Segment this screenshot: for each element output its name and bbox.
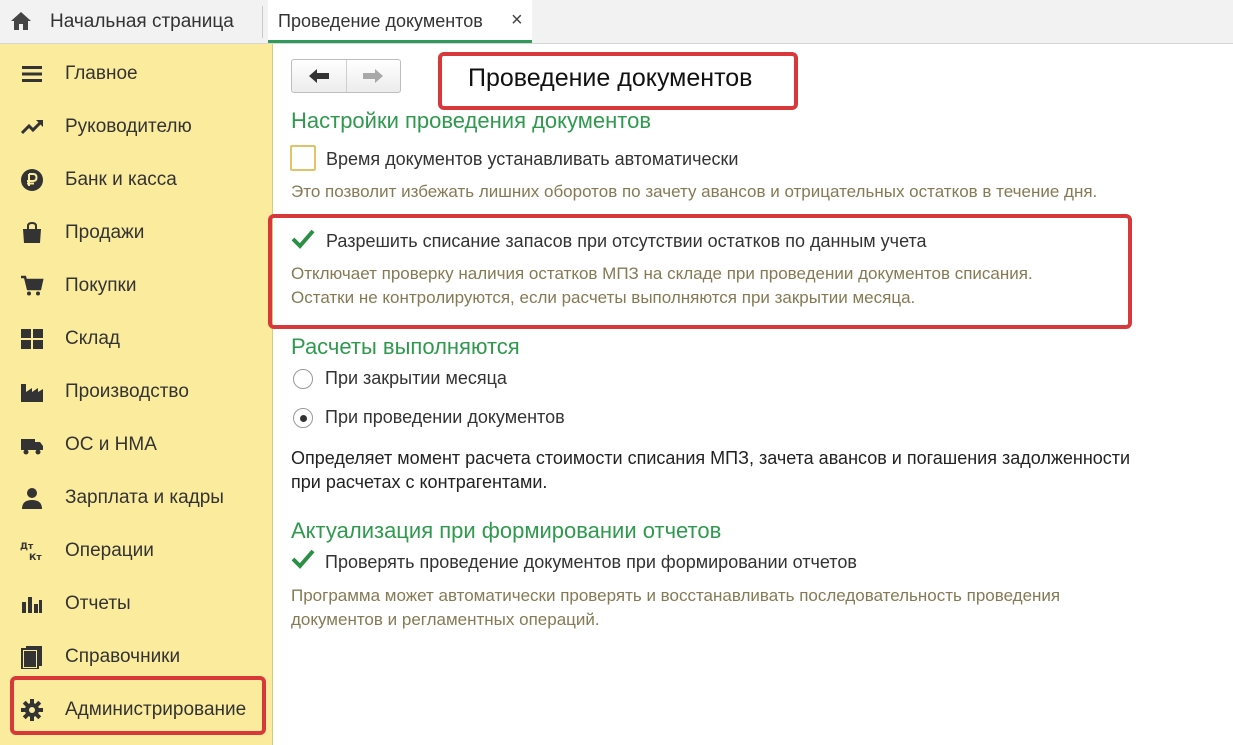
check-posting-checkbox[interactable] bbox=[291, 549, 315, 572]
tab-home[interactable]: Начальная страница bbox=[0, 0, 262, 43]
report-actualization-hint-line2: документов и регламентных операций. bbox=[291, 610, 600, 629]
radio-month-close-label: При закрытии месяца bbox=[325, 368, 507, 388]
radio-document-posting[interactable] bbox=[293, 408, 313, 428]
auto-time-checkbox[interactable] bbox=[290, 145, 316, 171]
dt-kt-icon: Дт Кт bbox=[20, 542, 42, 563]
home-icon bbox=[11, 12, 31, 30]
sidebar-item-label: Склад bbox=[65, 328, 120, 349]
cart-icon bbox=[21, 275, 44, 296]
sidebar-item-manager[interactable]: Руководителю bbox=[0, 100, 272, 153]
sidebar-item-administration[interactable]: Администрирование bbox=[0, 683, 272, 736]
report-actualization-hint-line1: Программа может автоматически проверять … bbox=[291, 586, 1061, 605]
calculations-description-line1: Определяет момент расчета стоимости спис… bbox=[291, 448, 1131, 468]
tab-document-posting[interactable]: Проведение документов × bbox=[268, 0, 532, 43]
check-posting-label: Проверять проведение документов при форм… bbox=[325, 552, 857, 572]
person-icon bbox=[22, 488, 42, 509]
bar-chart-icon bbox=[22, 597, 42, 613]
dt-label: Дт bbox=[20, 542, 34, 552]
sidebar-item-label: Покупки bbox=[65, 275, 137, 296]
radio-month-close[interactable] bbox=[293, 369, 313, 389]
sidebar-item-sales[interactable]: Продажи bbox=[0, 206, 272, 259]
sidebar-item-label: Продажи bbox=[65, 222, 145, 243]
radio-document-posting-label: При проведении документов bbox=[325, 407, 565, 427]
allow-writeoff-hint-line1: Отключает проверку наличия остатков МПЗ … bbox=[291, 264, 1033, 283]
books-icon bbox=[21, 646, 42, 669]
history-buttons bbox=[291, 59, 401, 93]
sidebar-item-label: Главное bbox=[65, 63, 138, 84]
sidebar-item-label: ОС и НМА bbox=[65, 434, 157, 455]
forward-button[interactable] bbox=[345, 60, 401, 92]
sidebar-item-operations[interactable]: Дт Кт Операции bbox=[0, 524, 272, 577]
sidebar-item-label: Зарплата и кадры bbox=[65, 487, 224, 508]
auto-time-hint: Это позволит избежать лишних оборотов по… bbox=[291, 182, 1098, 201]
allow-writeoff-label: Разрешить списание запасов при отсутстви… bbox=[326, 231, 927, 251]
sidebar-item-label: Банк и касса bbox=[65, 169, 177, 190]
tab-bar: Начальная страница Проведение документов… bbox=[0, 0, 1233, 44]
main-content: Проведение документов Настройки проведен… bbox=[268, 44, 1233, 745]
menu-icon bbox=[22, 66, 42, 82]
arrow-left-icon bbox=[308, 69, 329, 83]
sidebar-item-label: Руководителю bbox=[65, 116, 192, 137]
section-title-report-actualization: Актуализация при формировании отчетов bbox=[291, 518, 722, 543]
sidebar-item-salary[interactable]: Зарплата и кадры bbox=[0, 471, 272, 524]
back-button[interactable] bbox=[292, 60, 346, 92]
allow-writeoff-hint-line2: Остатки не контролируются, если расчеты … bbox=[291, 288, 916, 307]
auto-time-label: Время документов устанавливать автоматич… bbox=[326, 149, 739, 169]
arrow-right-icon bbox=[363, 69, 384, 83]
bag-icon bbox=[23, 221, 41, 243]
warehouse-icon bbox=[21, 329, 43, 349]
radio-selected-dot bbox=[300, 415, 307, 422]
tab-separator bbox=[262, 6, 263, 38]
close-icon[interactable]: × bbox=[511, 10, 523, 30]
sidebar-item-main[interactable]: Главное bbox=[0, 47, 272, 100]
sidebar-item-label: Администрирование bbox=[65, 699, 247, 720]
checkmark-icon bbox=[291, 549, 315, 569]
sidebar-item-production[interactable]: Производство bbox=[0, 365, 272, 418]
sidebar-item-label: Операции bbox=[65, 540, 154, 561]
section-title-calculations: Расчеты выполняются bbox=[291, 334, 520, 359]
truck-icon bbox=[21, 439, 43, 455]
sidebar-item-warehouse[interactable]: Склад bbox=[0, 312, 272, 365]
calculations-description-line2: при расчетах с контрагентами. bbox=[291, 472, 548, 492]
tab-home-label: Начальная страница bbox=[50, 11, 234, 32]
sidebar-item-purchases[interactable]: Покупки bbox=[0, 259, 272, 312]
sidebar-item-reports[interactable]: Отчеты bbox=[0, 577, 272, 630]
kt-label: Кт bbox=[29, 553, 42, 563]
sidebar-item-label: Производство bbox=[65, 381, 189, 402]
sidebar-item-label: Справочники bbox=[65, 646, 181, 667]
tab-document-posting-label: Проведение документов bbox=[278, 11, 483, 31]
ruble-icon bbox=[21, 169, 43, 191]
sidebar: Главное Руководителю Банк и касса Продаж… bbox=[0, 44, 273, 745]
sidebar-item-directories[interactable]: Справочники bbox=[0, 630, 272, 683]
sidebar-item-bank[interactable]: Банк и касса bbox=[0, 153, 272, 206]
checkmark-icon bbox=[291, 229, 315, 249]
trend-icon bbox=[20, 120, 43, 135]
page-title: Проведение документов bbox=[468, 64, 753, 92]
allow-writeoff-checkbox[interactable] bbox=[291, 229, 315, 252]
factory-icon bbox=[21, 384, 43, 402]
sidebar-item-label: Отчеты bbox=[65, 593, 131, 614]
gear-icon bbox=[21, 699, 43, 721]
sidebar-item-fixed-assets[interactable]: ОС и НМА bbox=[0, 418, 272, 471]
section-title-posting-settings: Настройки проведения документов bbox=[291, 108, 652, 133]
